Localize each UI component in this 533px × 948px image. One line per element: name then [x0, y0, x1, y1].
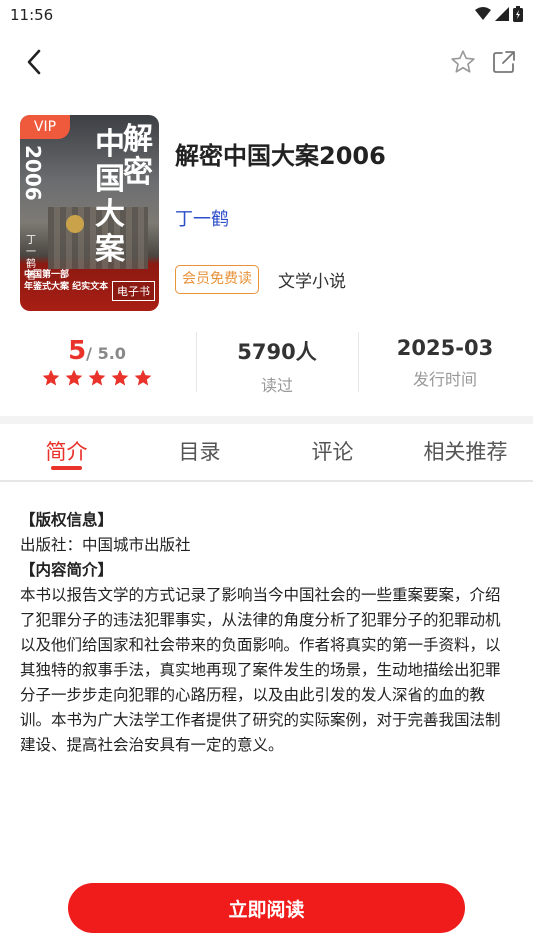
intro-content: 【版权信息】 出版社：中国城市出版社 【内容简介】 本书以报告文学的方式记录了影…	[20, 508, 515, 758]
tab-related[interactable]: 相关推荐	[399, 436, 532, 466]
readers-value: 5790人	[237, 340, 317, 364]
readers-stat: 5790人 读过	[188, 330, 366, 396]
rating-stat: 5/ 5.0	[8, 330, 186, 396]
cover-ebook-label: 电子书	[112, 281, 155, 301]
star-filled-icon	[88, 369, 106, 386]
star-filled-icon	[111, 369, 129, 386]
book-genre[interactable]: 文学小说	[278, 267, 346, 292]
tab-intro[interactable]: 简介	[0, 436, 133, 466]
cover-vip-tag: VIP	[20, 115, 70, 139]
book-title: 解密中国大案2006	[175, 142, 386, 170]
back-arrow-icon	[27, 49, 41, 75]
star-filled-icon	[134, 369, 152, 386]
book-author-link[interactable]: 丁一鹤	[175, 205, 229, 231]
signal-icon	[495, 7, 509, 21]
cover-emblem-icon	[66, 215, 84, 233]
tab-bar: 简介 目录 评论 相关推荐	[0, 424, 533, 482]
back-button[interactable]	[16, 44, 52, 80]
rating-line: 5/ 5.0	[8, 336, 186, 366]
summary-heading: 【内容简介】	[20, 561, 114, 579]
book-stats: 5/ 5.0 5790人 读过 2025-03 发行时间	[0, 330, 533, 396]
star-outline-icon	[451, 50, 475, 73]
book-cover[interactable]: VIP 2006 解密 中国大案 丁一鹤著 中国第一部 年鉴式大案 纪实文本 电…	[20, 115, 159, 311]
status-time: 11:56	[10, 6, 54, 24]
tab-contents[interactable]: 目录	[133, 436, 266, 466]
share-button[interactable]	[488, 46, 520, 78]
release-date-value: 2025-03	[396, 336, 494, 360]
cover-tagline-2: 年鉴式大案 纪实文本	[24, 282, 109, 292]
release-date-stat: 2025-03 发行时间	[356, 330, 533, 396]
cover-title-part1: 解密	[123, 122, 153, 190]
rating-stars	[8, 368, 186, 388]
star-filled-icon	[42, 369, 60, 386]
cover-year: 2006	[21, 145, 45, 201]
read-now-button[interactable]: 立即阅读	[68, 883, 465, 933]
release-date-label: 发行时间	[412, 370, 477, 389]
nav-bar	[0, 38, 533, 86]
favorite-button[interactable]	[447, 46, 479, 78]
tab-comments[interactable]: 评论	[266, 436, 399, 466]
cover-title-part2: 中国大案	[95, 127, 125, 267]
wifi-icon	[475, 7, 491, 20]
share-external-icon	[493, 51, 515, 73]
section-separator	[0, 416, 533, 424]
publisher-line: 出版社：中国城市出版社	[20, 536, 191, 554]
status-icons	[475, 6, 523, 22]
readers-label: 读过	[260, 376, 293, 395]
copyright-heading: 【版权信息】	[20, 511, 114, 529]
battery-icon	[513, 6, 523, 22]
member-free-badge: 会员免费读	[175, 265, 259, 294]
rating-value: 5	[68, 336, 87, 366]
rating-max: / 5.0	[86, 344, 126, 363]
star-filled-icon	[65, 369, 83, 386]
summary-text: 本书以报告文学的方式记录了影响当今中国社会的一些重案要案，介绍了犯罪分子的违法犯…	[20, 586, 501, 754]
status-bar: 11:56	[0, 0, 533, 30]
active-tab-indicator	[51, 466, 82, 470]
